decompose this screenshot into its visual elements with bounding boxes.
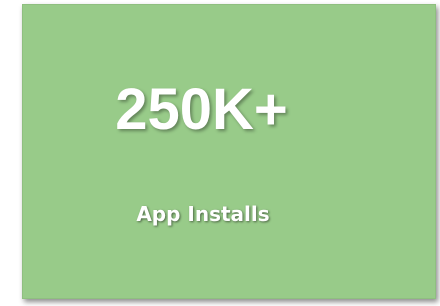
stat-label: App Installs (136, 202, 270, 226)
stat-value: 250K+ (115, 77, 288, 142)
stat-card: 250K+ App Installs (22, 4, 436, 299)
